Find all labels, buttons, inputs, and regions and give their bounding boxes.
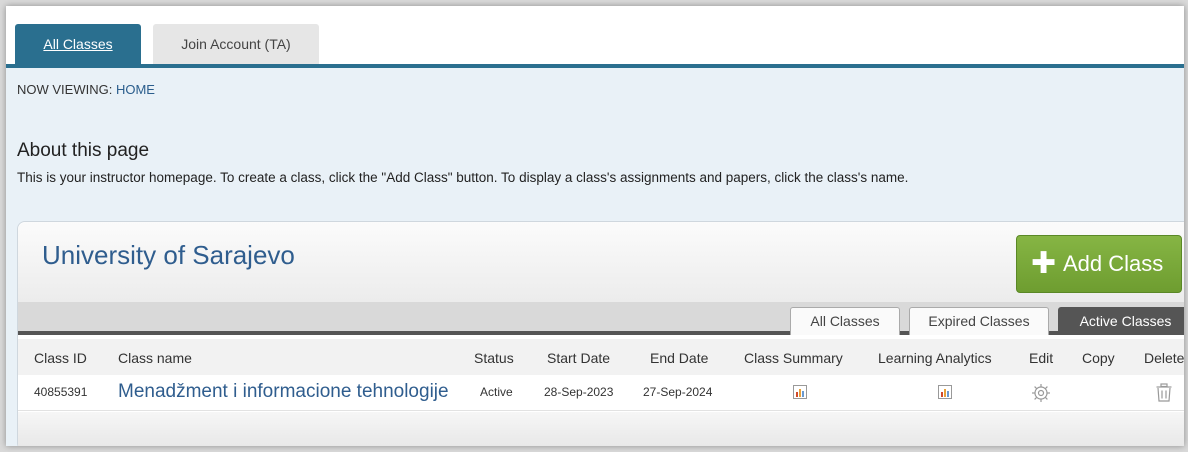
class-status: Active xyxy=(480,385,513,399)
classes-panel: University of Sarajevo ✚ Add Class All C… xyxy=(17,221,1184,446)
panel-header: University of Sarajevo ✚ Add Class xyxy=(18,222,1184,302)
header-class-id: Class ID xyxy=(34,350,87,366)
panel-footer xyxy=(18,412,1184,446)
class-start-date: 28-Sep-2023 xyxy=(544,385,614,399)
filter-tab-all-classes[interactable]: All Classes xyxy=(790,307,900,335)
header-start-date: Start Date xyxy=(547,350,611,366)
gear-icon[interactable] xyxy=(1031,383,1051,406)
trash-icon[interactable] xyxy=(1155,383,1173,406)
about-description: This is your instructor homepage. To cre… xyxy=(17,170,909,185)
header-copy: Copy xyxy=(1082,350,1115,366)
breadcrumb: NOW VIEWING: HOME xyxy=(17,82,155,97)
bar-chart-icon[interactable] xyxy=(793,385,807,402)
bar-chart-icon[interactable] xyxy=(938,385,952,402)
filter-tab-expired-classes[interactable]: Expired Classes xyxy=(909,307,1049,335)
header-edit: Edit xyxy=(1029,350,1054,366)
class-id: 40855391 xyxy=(34,385,88,399)
add-class-button[interactable]: ✚ Add Class xyxy=(1016,235,1182,293)
header-learning-analytics: Learning Analytics xyxy=(878,350,992,366)
add-class-label: Add Class xyxy=(1063,251,1164,276)
header-delete: Delete xyxy=(1144,350,1184,366)
breadcrumb-prefix: NOW VIEWING: xyxy=(17,82,116,97)
header-status: Status xyxy=(474,350,514,366)
main-content: NOW VIEWING: HOME About this page This i… xyxy=(6,68,1184,446)
tab-join-account[interactable]: Join Account (TA) xyxy=(153,24,319,64)
tab-all-classes[interactable]: All Classes xyxy=(15,24,141,64)
class-end-date: 27-Sep-2024 xyxy=(643,385,713,399)
page-frame: All Classes Join Account (TA) NOW VIEWIN… xyxy=(6,6,1184,446)
top-tab-bar: All Classes Join Account (TA) xyxy=(6,6,1184,68)
header-class-summary: Class Summary xyxy=(744,350,843,366)
plus-icon: ✚ xyxy=(1031,247,1057,280)
class-filter-bar: All Classes Expired Classes Active Class… xyxy=(18,302,1184,335)
about-title: About this page xyxy=(17,140,150,161)
filter-tab-active-classes[interactable]: Active Classes xyxy=(1058,307,1184,335)
class-name-link[interactable]: Menadžment i informacione tehnologije xyxy=(118,381,449,403)
breadcrumb-home-link[interactable]: HOME xyxy=(116,82,155,97)
header-class-name: Class name xyxy=(118,350,192,366)
header-end-date: End Date xyxy=(650,350,709,366)
table-header: Class ID Class name Status Start Date En… xyxy=(18,339,1184,375)
institution-name: University of Sarajevo xyxy=(42,240,295,270)
table-row: 40855391 Menadžment i informacione tehno… xyxy=(18,375,1184,411)
